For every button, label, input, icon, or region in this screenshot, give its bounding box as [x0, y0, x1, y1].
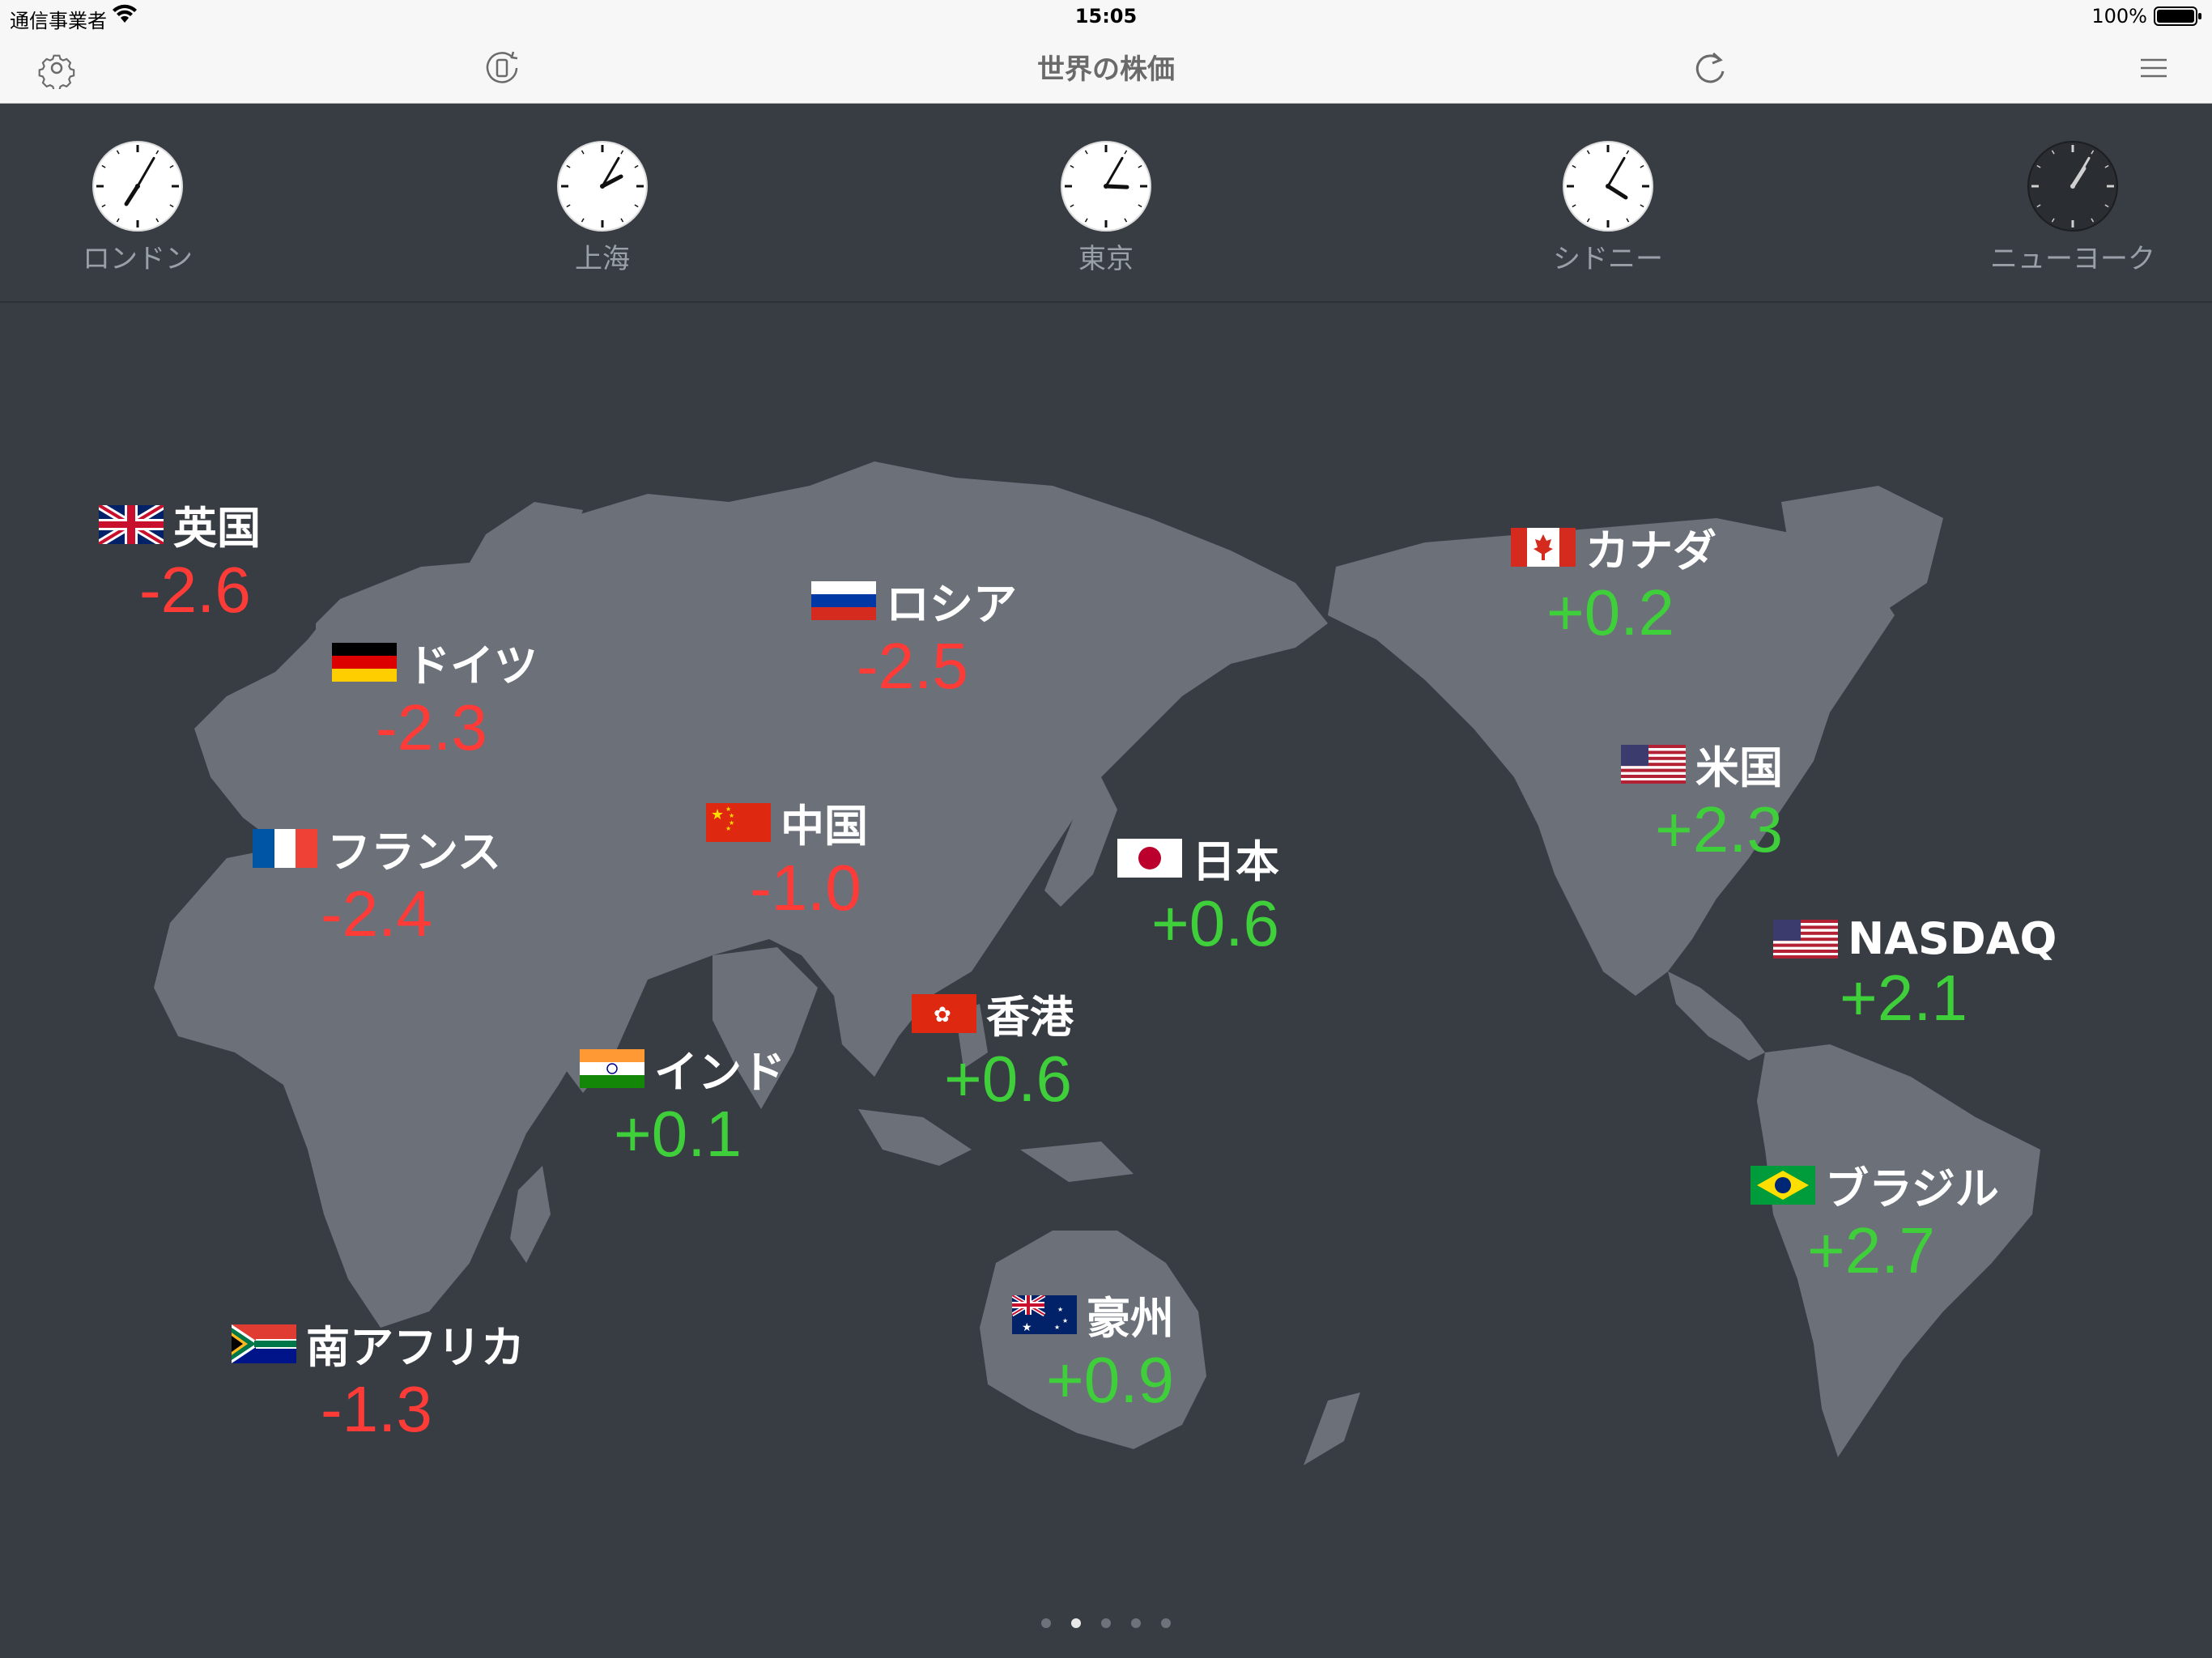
market-change: -1.3	[321, 1373, 432, 1445]
svg-text:★: ★	[1057, 1306, 1063, 1313]
clock-label: 東京	[1078, 243, 1134, 275]
newzealand-landmass	[1304, 1392, 1360, 1465]
madagascar-landmass	[510, 1166, 551, 1263]
market-name: カナダ	[1585, 525, 1716, 576]
market-hongkong[interactable]: ✿ 香港 +0.6	[912, 981, 1074, 1116]
battery-icon	[2154, 6, 2202, 31]
market-name: ドイツ	[406, 640, 538, 691]
page-dot[interactable]	[1101, 1618, 1111, 1628]
status-bar: 通信事業者 15:05 100%	[0, 0, 2212, 32]
market-usa[interactable]: 米国 +2.3	[1621, 732, 1783, 867]
market-name: 南アフリカ	[306, 1322, 525, 1373]
clock-label: ロンドン	[83, 243, 193, 275]
svg-text:★: ★	[1054, 1324, 1060, 1331]
svg-text:★: ★	[729, 812, 734, 819]
market-name: ブラジル	[1825, 1163, 1999, 1214]
market-change: +0.2	[1546, 576, 1674, 648]
clock-label: 上海	[575, 243, 630, 275]
australia-flag-icon: ★ ★ ★ ★	[1012, 1295, 1077, 1334]
market-change: +0.9	[1046, 1344, 1174, 1416]
svg-text:★: ★	[711, 806, 724, 823]
canada-flag-icon	[1511, 527, 1576, 567]
market-name: 中国	[781, 801, 868, 852]
market-change: -2.4	[321, 878, 432, 950]
market-name: 米国	[1695, 742, 1783, 793]
market-change: +2.1	[1840, 962, 1967, 1034]
market-japan[interactable]: 日本 +0.6	[1117, 826, 1279, 961]
page-indicator[interactable]	[0, 1616, 2212, 1631]
market-canada[interactable]: カナダ +0.2	[1511, 515, 1716, 650]
market-change: -2.3	[376, 691, 487, 763]
russia-flag-icon	[811, 580, 876, 620]
svg-text:✿: ✿	[934, 1003, 951, 1027]
brazil-flag-icon	[1750, 1165, 1815, 1205]
page-dot[interactable]	[1161, 1618, 1172, 1628]
clock-london[interactable]: ロンドン	[40, 139, 235, 276]
market-australia[interactable]: ★ ★ ★ ★ 豪州 +0.9	[1012, 1282, 1174, 1418]
clock-shanghai[interactable]: 上海	[505, 139, 700, 276]
menu-icon[interactable]	[2133, 47, 2175, 89]
market-name: 香港	[986, 992, 1074, 1043]
market-china[interactable]: ★ ★ ★ ★ ★ 中国 -1.0	[706, 790, 868, 925]
market-name: ロシア	[886, 579, 1017, 630]
clock-label: ニューヨーク	[1990, 243, 2155, 275]
market-name: 英国	[173, 503, 261, 554]
market-change: +0.6	[944, 1043, 1072, 1115]
southafrica-flag-icon	[232, 1324, 296, 1363]
clock-face-icon	[2027, 141, 2118, 232]
status-time: 15:05	[1074, 5, 1138, 28]
world-clocks: ロンドン 上海 東京 シドニー ニューヨーク	[0, 104, 2212, 303]
clock-tokyo[interactable]: 東京	[1009, 139, 1203, 276]
usa-flag-icon	[1773, 919, 1838, 959]
india-flag-icon	[580, 1048, 644, 1088]
clock-face-icon	[1061, 141, 1151, 232]
market-change: -2.6	[139, 554, 251, 626]
indonesia-landmass	[858, 1109, 972, 1166]
usa-flag-icon	[1621, 744, 1686, 784]
centralamerica-landmass	[1668, 971, 1765, 1061]
battery-percent: 100%	[2091, 5, 2147, 28]
newguinea-landmass	[1020, 1141, 1134, 1182]
page-dot-active[interactable]	[1070, 1618, 1081, 1628]
clock-newyork[interactable]: ニューヨーク	[1976, 139, 2170, 276]
clock-face-icon	[1563, 141, 1653, 232]
market-change: +2.3	[1655, 793, 1783, 865]
market-change: -2.5	[857, 630, 968, 702]
market-france[interactable]: フランス -2.4	[253, 816, 501, 951]
refresh-icon[interactable]	[1689, 47, 1731, 89]
market-name: 豪州	[1087, 1293, 1174, 1344]
clock-face-icon	[557, 141, 648, 232]
svg-text:★: ★	[1022, 1321, 1032, 1334]
uk-flag-icon	[99, 504, 164, 544]
market-name: 日本	[1192, 836, 1279, 887]
market-name: インド	[654, 1047, 785, 1098]
japan-flag-icon	[1117, 838, 1182, 878]
market-southafrica[interactable]: 南アフリカ -1.3	[232, 1312, 525, 1447]
clock-label: シドニー	[1553, 243, 1663, 275]
market-change: -1.0	[750, 852, 861, 924]
clock-sydney[interactable]: シドニー	[1511, 139, 1705, 276]
market-nasdaq[interactable]: NASDAQ +2.1	[1773, 913, 2057, 1035]
svg-text:★: ★	[1062, 1317, 1068, 1324]
page-title: 世界の株価	[1037, 53, 1175, 86]
market-name: NASDAQ	[1848, 913, 2057, 964]
market-change: +0.1	[614, 1098, 742, 1170]
china-flag-icon: ★ ★ ★ ★ ★	[706, 802, 771, 842]
hongkong-flag-icon: ✿	[912, 993, 976, 1033]
market-change: +2.7	[1807, 1214, 1935, 1286]
market-change: +0.6	[1151, 887, 1279, 959]
germany-flag-icon	[332, 642, 397, 682]
market-name: フランス	[327, 827, 501, 878]
market-brazil[interactable]: ブラジル +2.7	[1750, 1153, 1999, 1288]
market-germany[interactable]: ドイツ -2.3	[332, 630, 538, 765]
page-dot[interactable]	[1131, 1618, 1142, 1628]
svg-text:★: ★	[725, 825, 731, 832]
page-dot[interactable]	[1040, 1618, 1051, 1628]
clock-face-icon	[92, 141, 183, 232]
market-russia[interactable]: ロシア -2.5	[811, 568, 1017, 704]
navigation-bar: 世界の株価	[0, 32, 2212, 104]
market-india[interactable]: インド +0.1	[580, 1036, 785, 1171]
france-flag-icon	[253, 828, 317, 868]
market-uk[interactable]: 英国 -2.6	[99, 492, 261, 627]
